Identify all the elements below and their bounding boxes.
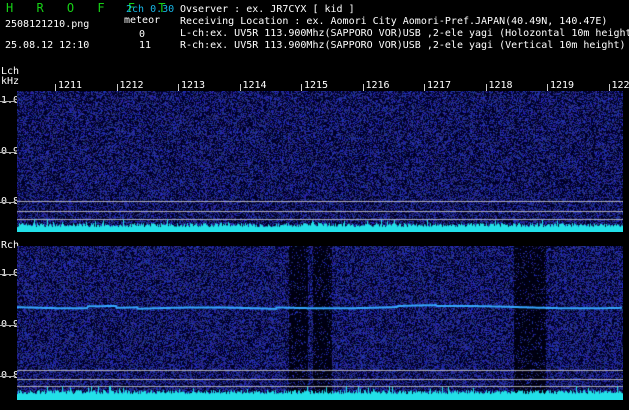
lch-meteor-count: 0 bbox=[139, 29, 146, 40]
time-tick-label: 1220 bbox=[611, 80, 629, 91]
time-tick-label: 1217 bbox=[427, 80, 452, 91]
lch-freq-tick-mark bbox=[0, 202, 16, 203]
lch-freq-tick-mark bbox=[0, 101, 16, 102]
khz-unit-label: kHz bbox=[1, 76, 20, 87]
rch-info: R-ch:ex. UV5R 113.900Mhz(SAPPORO VOR)USB… bbox=[180, 40, 626, 51]
observer-info: Ovserver : ex. JR7CYX [ kid ] bbox=[180, 4, 355, 15]
mode-label: 2ch 0.30 bbox=[126, 4, 175, 15]
lch-freq-tick-mark bbox=[0, 152, 16, 153]
time-tick-label: 1215 bbox=[304, 80, 329, 91]
time-tick-label: 1214 bbox=[242, 80, 267, 91]
rch-freq-tick-mark bbox=[0, 325, 16, 326]
rch-freq-tick-mark bbox=[0, 274, 16, 275]
lch-spectrogram bbox=[17, 91, 623, 232]
time-tick-label: 1219 bbox=[550, 80, 575, 91]
time-tick-label: 1213 bbox=[181, 80, 206, 91]
time-tick-label: 1216 bbox=[365, 80, 390, 91]
rch-meteor-count: 11 bbox=[139, 40, 152, 51]
meteor-count-label: meteor bbox=[124, 15, 161, 26]
location-info: Receiving Location : ex. Aomori City Aom… bbox=[180, 16, 608, 27]
time-tick-label: 1211 bbox=[58, 80, 83, 91]
time-tick-label: 1218 bbox=[488, 80, 513, 91]
timestamp: 25.08.12 12:10 bbox=[5, 40, 90, 51]
image-filename: 2508121210.png bbox=[5, 19, 90, 30]
rch-spectrogram bbox=[17, 246, 623, 400]
rch-freq-tick-mark bbox=[0, 376, 16, 377]
lch-info: L-ch:ex. UV5R 113.900Mhz(SAPPORO VOR)USB… bbox=[180, 28, 629, 39]
time-tick-label: 1212 bbox=[119, 80, 144, 91]
